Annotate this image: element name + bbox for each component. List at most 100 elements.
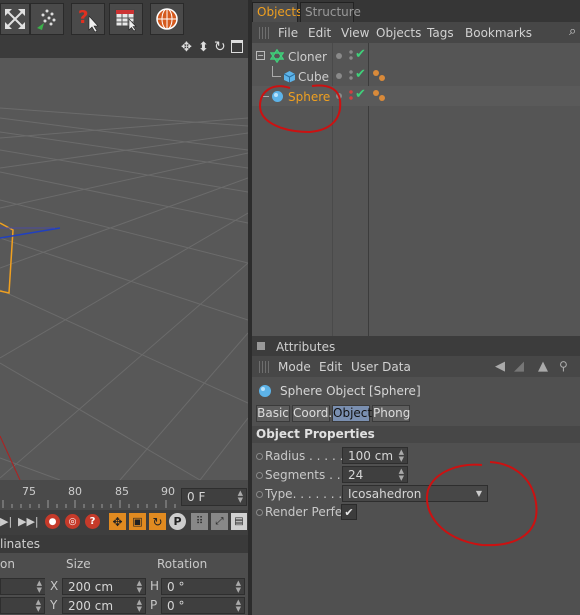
frame-spinner-icon[interactable]: ▲ ▼ [238, 490, 243, 504]
segments-anim-dot[interactable] [256, 472, 263, 479]
annotation-circle-sphere [258, 84, 342, 134]
help-key-icon[interactable]: ? [85, 514, 100, 529]
attributes-header: Attributes [252, 336, 580, 356]
menu-bookmarks[interactable]: Bookmarks [465, 26, 532, 40]
cloner-layer-dot[interactable] [336, 53, 342, 59]
size-y-spinner-icon[interactable]: ▲ ▼ [137, 599, 142, 613]
record-icon[interactable]: ● [45, 514, 60, 529]
pos-x-spinner-icon[interactable]: ▲ ▼ [37, 580, 42, 594]
autokey-icon[interactable]: ◎ [65, 514, 80, 529]
rot-p-spinner-icon[interactable]: ▲ ▼ [236, 599, 241, 613]
position-x-field[interactable]: ▲ ▼ [0, 578, 45, 595]
cube-material-tag-icon[interactable] [372, 69, 386, 83]
attributes-grip-icon[interactable] [259, 361, 269, 373]
tab-coord[interactable]: Coord. [292, 405, 332, 422]
segments-field[interactable]: 24 ▲ ▼ [342, 466, 408, 483]
object-manager-menubar: File Edit View Objects Tags Bookmarks ⌕ [252, 22, 580, 43]
y-label: Y [50, 598, 58, 612]
attr-menu-mode[interactable]: Mode [278, 360, 311, 374]
tab-phong[interactable]: Phong [372, 405, 410, 422]
help-button[interactable]: ? [71, 3, 105, 35]
keyframe-mode-icon[interactable]: ▤ [231, 513, 247, 530]
collapse-toggle-icon[interactable]: − [256, 51, 265, 60]
tick-85: 85 [115, 485, 129, 498]
size-x-spinner-icon[interactable]: ▲ ▼ [137, 580, 142, 594]
frame-field[interactable]: 0 F ▲ ▼ [181, 488, 247, 506]
cloner-enabled-check-icon[interactable]: ✔ [355, 47, 366, 62]
rotate-view-icon[interactable]: ↻ [214, 39, 226, 55]
timeline[interactable]: 75 80 85 90 0 F ▲ ▼ [0, 480, 248, 510]
viewport[interactable] [0, 58, 248, 480]
sphere-enabled-check-icon[interactable]: ✔ [355, 87, 366, 102]
rotation-key-icon[interactable]: ↻ [149, 513, 166, 530]
cloner-visibility-dots[interactable] [349, 49, 353, 61]
cloner-label: Cloner [288, 50, 327, 64]
attr-menu-user-data[interactable]: User Data [351, 360, 411, 374]
coordinates-panel: linates on Size Rotation ▲ ▼ X 200 cm ▲ ▼ … [0, 535, 248, 615]
forward-arrow-icon[interactable]: ◢ [514, 359, 524, 374]
render-perfect-anim-dot[interactable] [256, 509, 263, 516]
size-y-field[interactable]: 200 cm ▲ ▼ [62, 597, 146, 614]
tab-objects[interactable]: Objects [252, 2, 302, 22]
rotation-p-value: 0 ° [167, 599, 185, 613]
menu-view[interactable]: View [341, 26, 369, 40]
tree-connector-line [272, 66, 281, 77]
tab-object[interactable]: Object [332, 405, 372, 422]
render-settings-button[interactable] [109, 3, 143, 35]
size-x-field[interactable]: 200 cm ▲ ▼ [62, 578, 146, 595]
sphere-material-tag-icon[interactable] [372, 89, 386, 103]
segments-value: 24 [348, 468, 364, 482]
play-forward-icon[interactable]: ▶| [0, 515, 12, 528]
rotation-p-field[interactable]: 0 ° ▲ ▼ [161, 597, 245, 614]
arrows-icon [5, 9, 25, 29]
size-y-value: 200 cm [68, 599, 114, 613]
particles-button[interactable] [30, 3, 64, 35]
tab-basic[interactable]: Basic [256, 405, 290, 422]
maximize-view-icon[interactable] [231, 40, 243, 53]
tab-structure[interactable]: Structure [300, 2, 361, 22]
annotation-circle-type [425, 461, 538, 547]
zoom-view-icon[interactable]: ⬍ [198, 40, 209, 55]
menu-file[interactable]: File [278, 26, 298, 40]
attr-menu-edit[interactable]: Edit [319, 360, 342, 374]
segments-spinner-icon[interactable]: ▲ ▼ [399, 468, 404, 482]
attributes-panel-icon [257, 342, 265, 350]
position-col-header: on [0, 557, 15, 571]
up-arrow-icon[interactable]: ▲ [538, 359, 548, 374]
rotation-h-value: 0 ° [167, 580, 185, 594]
menu-edit[interactable]: Edit [308, 26, 331, 40]
rotation-h-field[interactable]: 0 ° ▲ ▼ [161, 578, 245, 595]
position-key-icon[interactable]: ✥ [109, 513, 126, 530]
param-key-icon[interactable]: P [169, 513, 186, 530]
search-icon[interactable]: ⌕ [569, 24, 576, 39]
radius-field[interactable]: 100 cm ▲ ▼ [342, 447, 408, 464]
object-properties-header: Object Properties [252, 426, 580, 443]
position-y-field[interactable]: ▲ ▼ [0, 597, 45, 614]
menu-tags[interactable]: Tags [427, 26, 454, 40]
tree-row-cloner[interactable]: − Cloner ✔ [252, 46, 580, 66]
size-x-value: 200 cm [68, 580, 114, 594]
coordinates-header: linates [0, 535, 248, 553]
pose-key-icon[interactable]: ⤢ [211, 513, 228, 530]
lock-icon[interactable]: ⚲ [559, 359, 568, 373]
scale-tool-button[interactable] [0, 3, 30, 35]
back-arrow-icon[interactable]: ◀ [495, 359, 505, 374]
render-perfect-checkbox[interactable]: ✔ [341, 504, 357, 520]
tick-80: 80 [68, 485, 82, 498]
main-toolbar: ? [0, 0, 248, 38]
rot-h-spinner-icon[interactable]: ▲ ▼ [236, 580, 241, 594]
cube-enabled-check-icon[interactable]: ✔ [355, 67, 366, 82]
move-view-icon[interactable]: ✥ [181, 40, 192, 55]
radius-anim-dot[interactable] [256, 453, 263, 460]
radius-spinner-icon[interactable]: ▲ ▼ [399, 449, 404, 463]
go-end-icon[interactable]: ▶▶| [18, 515, 39, 528]
pos-y-spinner-icon[interactable]: ▲ ▼ [36, 599, 41, 613]
type-anim-dot[interactable] [256, 491, 263, 498]
render-view-button[interactable] [150, 3, 184, 35]
cube-layer-dot[interactable] [336, 73, 342, 79]
scale-key-icon[interactable]: ▣ [129, 513, 146, 530]
menu-objects[interactable]: Objects [376, 26, 421, 40]
menu-grip-icon[interactable] [259, 27, 269, 39]
tab-basic-label: Basic [257, 406, 289, 420]
pla-key-icon[interactable]: ⠿ [191, 513, 208, 530]
